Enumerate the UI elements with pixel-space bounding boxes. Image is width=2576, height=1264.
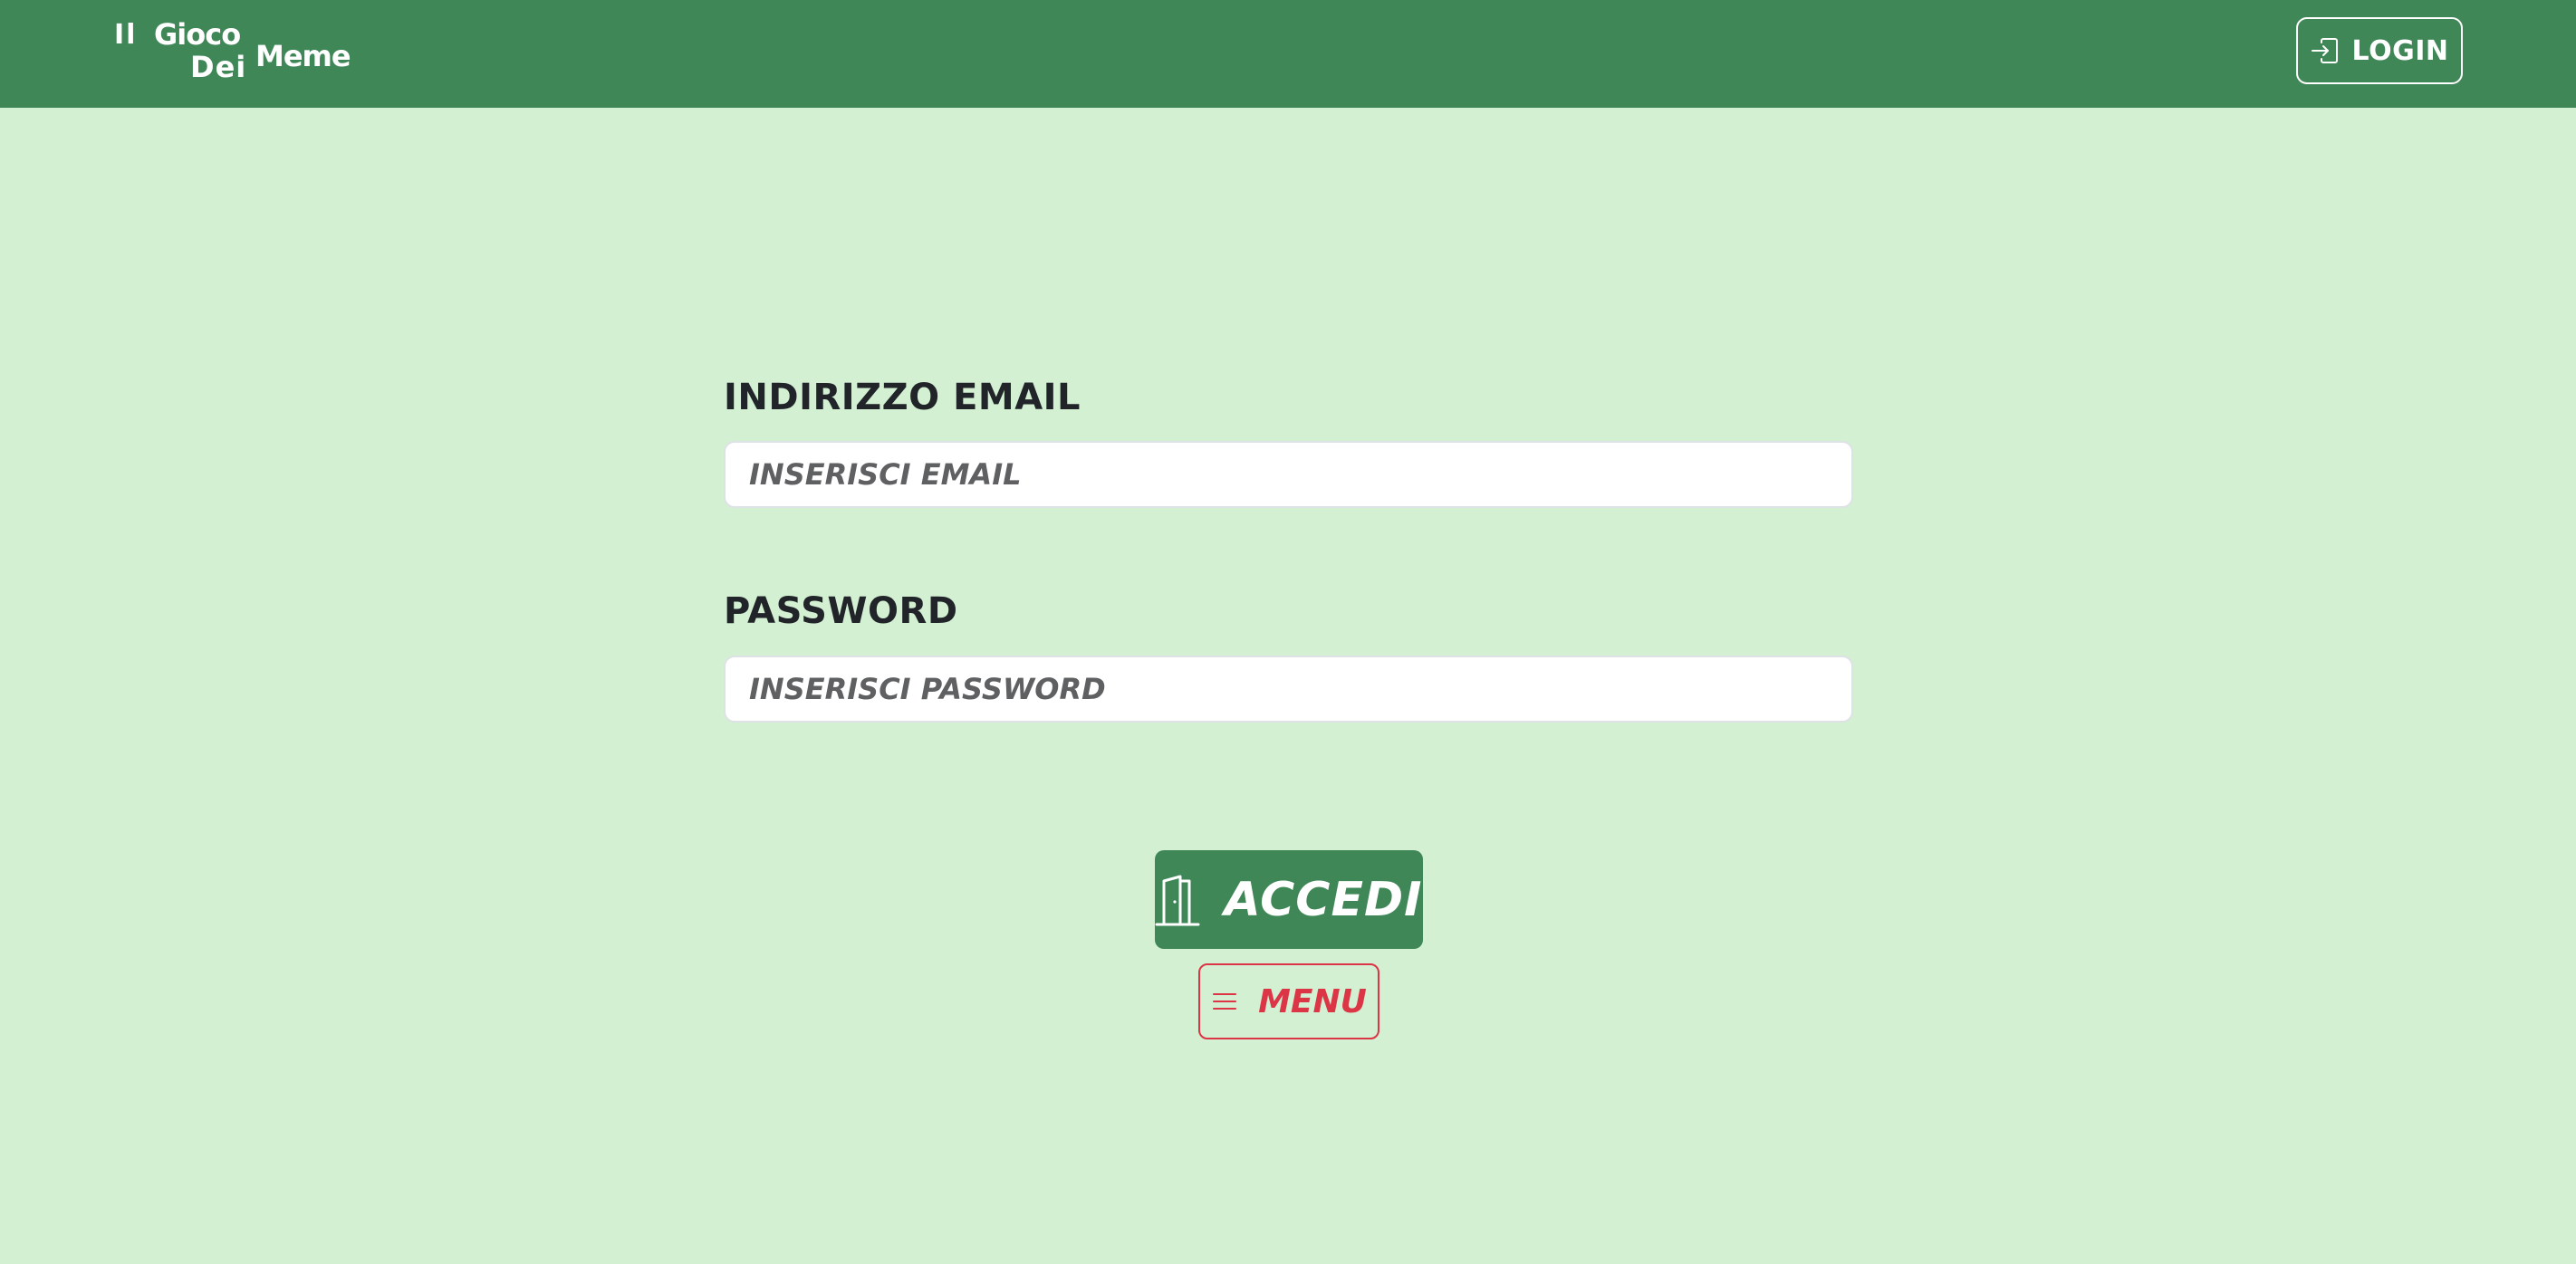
hamburger-list-icon [1211, 991, 1238, 1012]
navbar: Il Gioco Dei Meme LOGIN [0, 0, 2576, 108]
menu-button[interactable]: MENU [1198, 963, 1379, 1039]
logo-word-gioco: Gioco [154, 17, 241, 52]
menu-button-label: MENU [1258, 982, 1367, 1020]
password-label: PASSWORD [724, 590, 958, 632]
box-arrow-in-right-icon [2311, 36, 2340, 65]
login-button[interactable]: LOGIN [2296, 17, 2463, 84]
accedi-button[interactable]: ACCEDI [1155, 850, 1423, 949]
login-button-label: LOGIN [2351, 34, 2449, 67]
email-label: INDIRIZZO EMAIL [724, 377, 1081, 418]
door-open-icon [1155, 874, 1200, 926]
email-field[interactable] [724, 441, 1853, 508]
accedi-button-label: ACCEDI [1224, 872, 1423, 927]
password-field[interactable] [724, 656, 1853, 723]
site-logo[interactable]: Il Gioco Dei Meme [111, 16, 351, 87]
logo-word-il: Il [114, 19, 138, 51]
logo-word-meme: Meme [255, 39, 351, 73]
logo-word-dei: Dei [190, 50, 247, 84]
